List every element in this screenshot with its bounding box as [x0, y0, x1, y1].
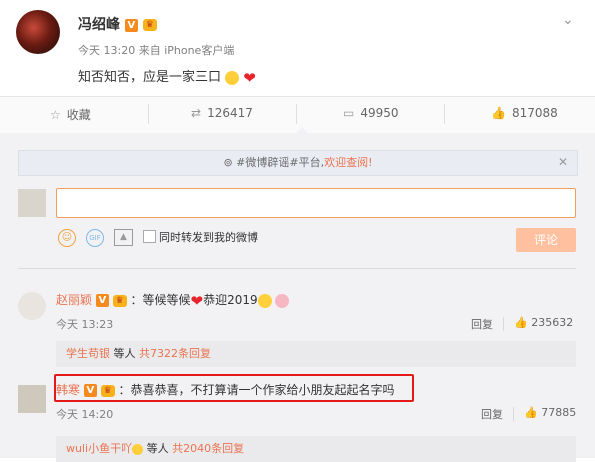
emoji-icon: [257, 293, 272, 308]
divider: [503, 317, 504, 331]
commenter-avatar[interactable]: [18, 292, 46, 320]
comment-button[interactable]: ▭ 49950: [343, 106, 399, 120]
badge-icon: [132, 443, 144, 455]
sub-reply-summary[interactable]: wuli小鱼干吖 等人 共2040条回复: [56, 436, 576, 462]
like-button[interactable]: 👍 77885: [524, 406, 576, 419]
sync-checkbox[interactable]: [143, 230, 156, 243]
repost-button[interactable]: ⇄ 126417: [191, 106, 253, 120]
heart-icon: ❤: [190, 291, 204, 310]
post-meta: 今天 13:20 来自 iPhone客户端: [78, 44, 235, 57]
verified-v-icon: V: [124, 18, 138, 32]
member-crown-icon: ♛: [100, 384, 115, 397]
notice-link[interactable]: 欢迎查阅!: [324, 156, 372, 169]
my-avatar[interactable]: [18, 189, 46, 217]
member-crown-icon: ♛: [142, 19, 157, 31]
sync-label: 同时转发到我的微博: [159, 231, 258, 244]
reply-button[interactable]: 回复: [471, 316, 493, 332]
notice-icon: ⊚: [223, 156, 233, 169]
comment-time: 今天 13:23: [56, 318, 114, 331]
author-line: 冯绍峰 V ♛: [78, 14, 157, 34]
chevron-down-icon[interactable]: ⌄: [562, 12, 574, 28]
notice-bar: ⊚ #微博辟谣#平台,欢迎查阅!: [18, 150, 578, 176]
verified-v-icon: V: [95, 294, 109, 307]
sub-reply-count[interactable]: 共2040条回复: [172, 442, 244, 455]
star-icon: ☆: [50, 108, 61, 122]
gif-icon[interactable]: GIF: [86, 229, 104, 247]
verified-v-icon: V: [83, 384, 97, 397]
like-button[interactable]: 👍 235632: [514, 316, 573, 329]
image-icon[interactable]: ▲: [114, 229, 133, 246]
comment-text: ：恭喜恭喜，不打算请一个作家给小朋友起起名字吗: [118, 383, 395, 397]
author-avatar[interactable]: [16, 10, 60, 54]
reply-button[interactable]: 回复: [481, 406, 503, 422]
comment-text: ：等候等候: [130, 293, 191, 307]
panel-pointer: [296, 127, 308, 133]
thumbs-up-icon: 👍: [514, 316, 528, 329]
post-text: 知否知否，应是一家三口: [78, 70, 222, 85]
commenter-avatar[interactable]: [18, 385, 46, 413]
comment-line: 赵丽颖 V ♛ ：等候等候❤恭迎2019: [56, 291, 290, 310]
emoji-icon[interactable]: ☺: [58, 229, 76, 247]
submit-comment-button[interactable]: 评论: [516, 228, 576, 252]
sub-reply-user[interactable]: wuli小鱼干吖: [66, 442, 132, 455]
divider: [444, 104, 445, 124]
sub-reply-count[interactable]: 共7322条回复: [139, 347, 211, 360]
comment-time: 今天 14:20: [56, 408, 114, 421]
author-name[interactable]: 冯绍峰: [78, 17, 120, 33]
sub-reply-user[interactable]: 学生苟银: [66, 347, 110, 360]
comment-text-2: 恭迎2019: [203, 293, 258, 307]
sub-reply-summary[interactable]: 学生苟银 等人 共7322条回复: [56, 341, 576, 367]
comment-line: 韩寒 V ♛ ：恭喜恭喜，不打算请一个作家给小朋友起起名字吗: [56, 381, 395, 398]
pig-emoji-icon: [275, 293, 290, 308]
member-crown-icon: ♛: [112, 294, 127, 307]
comment-icon: ▭: [343, 106, 355, 120]
shocked-emoji-icon: [225, 70, 240, 85]
repost-icon: ⇄: [191, 106, 202, 120]
commenter-name[interactable]: 赵丽颖: [56, 293, 92, 307]
comment-input[interactable]: [56, 188, 576, 218]
favorite-button[interactable]: ☆ 收藏: [50, 106, 91, 123]
divider: [18, 268, 576, 269]
close-icon[interactable]: ✕: [558, 155, 568, 169]
notice-text: #微博辟谣#平台,: [236, 156, 325, 169]
divider: [148, 104, 149, 124]
divider: [513, 407, 514, 421]
heart-icon: ❤: [243, 68, 256, 87]
post-body: 知否知否，应是一家三口 ❤: [78, 66, 256, 87]
commenter-name[interactable]: 韩寒: [56, 383, 80, 397]
like-button[interactable]: 👍 817088: [491, 106, 558, 120]
thumbs-up-icon: 👍: [491, 106, 506, 120]
thumbs-up-icon: 👍: [524, 406, 538, 419]
divider: [296, 104, 297, 124]
